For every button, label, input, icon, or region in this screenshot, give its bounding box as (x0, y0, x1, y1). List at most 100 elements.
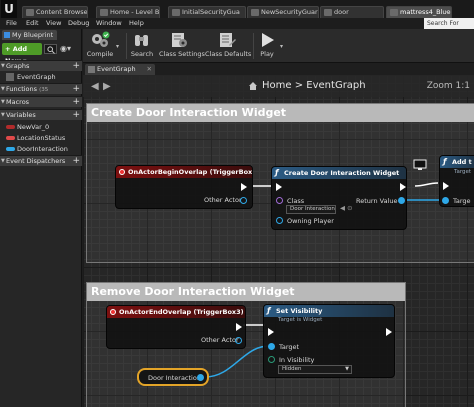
exec-in-pin[interactable] (268, 328, 274, 336)
node-create-widget[interactable]: ƒ Create Door Interaction Widget Class D… (271, 166, 407, 230)
tab-eventgraph[interactable]: EventGraph ✕ (85, 64, 155, 75)
variable-item[interactable]: NewVar_0 (0, 122, 82, 132)
menu-help[interactable]: Help (129, 19, 144, 27)
class-defaults-label: Class Defaults (205, 50, 252, 58)
node-add-to-viewport[interactable]: ƒ Add t Target Targe (439, 155, 474, 207)
menu-window[interactable]: Window (96, 19, 122, 27)
home-icon[interactable] (248, 81, 258, 91)
tab-new-security-guard[interactable]: NewSecurityGuard (247, 6, 319, 18)
add-variable-icon[interactable]: + (72, 110, 80, 120)
object-pin-other-actor[interactable] (235, 337, 242, 344)
exec-out-pin[interactable] (400, 183, 406, 191)
add-new-button[interactable]: + Add New ▾ (2, 43, 42, 65)
section-label: Variables (6, 111, 36, 119)
forward-arrow-icon[interactable]: ▶ (103, 81, 111, 92)
section-variables[interactable]: ▼ Variables + (0, 109, 82, 120)
object-pin-target[interactable] (268, 343, 275, 350)
collapse-icon: ▼ (1, 112, 5, 118)
section-macros[interactable]: ▼ Macros + (0, 96, 82, 107)
graph-icon (88, 66, 95, 73)
close-tab-icon[interactable]: ✕ (147, 64, 152, 75)
blueprint-icon (172, 9, 180, 16)
tab-content-browser[interactable]: Content Browser (22, 6, 88, 18)
my-blueprint-tab[interactable]: My Blueprint (2, 30, 57, 40)
object-pin-return-value[interactable] (398, 197, 405, 204)
node-header: ƒ Set Visibility (264, 305, 394, 317)
play-button[interactable]: Play (255, 31, 279, 61)
class-pin[interactable] (276, 197, 283, 204)
add-graph-icon[interactable]: + (72, 61, 80, 71)
add-dispatcher-icon[interactable]: + (72, 156, 80, 166)
exec-out-pin[interactable] (236, 323, 242, 331)
exec-out-pin[interactable] (241, 183, 247, 191)
browse-arrows-icon[interactable]: ◀ ⊙ (340, 204, 353, 212)
compile-button[interactable]: Compile (85, 31, 115, 61)
search-help-input[interactable]: Search For Help (424, 18, 474, 38)
variable-item[interactable]: DoorInteraction (0, 144, 82, 154)
node-on-actor-begin-overlap[interactable]: OnActorBeginOverlap (TriggerBox3) Other … (115, 165, 253, 209)
collapse-icon: ▼ (1, 99, 5, 105)
add-macro-icon[interactable]: + (72, 97, 80, 107)
class-settings-label: Class Settings (159, 50, 205, 58)
tab-mattress4-blueprint[interactable]: mattress4_Bluepr ✕ (386, 6, 452, 18)
tab-label: NewSecurityGuard (261, 8, 319, 16)
node-title: OnActorEndOverlap (TriggerBox3) (119, 308, 244, 316)
object-pin-other-actor[interactable] (240, 197, 247, 204)
tab-door[interactable]: door (320, 6, 384, 18)
function-icon: ƒ (275, 168, 279, 177)
search-button[interactable]: Search (129, 31, 155, 61)
back-arrow-icon[interactable]: ◀ (91, 81, 99, 92)
chevron-down-icon[interactable]: ▾ (280, 43, 283, 50)
exec-out-pin[interactable] (386, 328, 392, 336)
chevron-down-icon[interactable]: ▾ (116, 43, 119, 50)
node-title: OnActorBeginOverlap (TriggerBox3) (128, 168, 252, 176)
variable-type-icon (6, 147, 15, 151)
variable-getter-door-interaction[interactable]: Door Interaction (137, 368, 209, 386)
search-icon (47, 46, 55, 54)
close-tab-icon[interactable]: ✕ (444, 7, 449, 18)
event-icon (110, 309, 116, 315)
node-on-actor-end-overlap[interactable]: OnActorEndOverlap (TriggerBox3) Other Ac… (106, 305, 246, 349)
node-set-visibility[interactable]: ƒ Set Visibility Target is Widget Target… (263, 304, 395, 378)
node-header: OnActorBeginOverlap (TriggerBox3) (116, 166, 252, 178)
object-pin-target[interactable] (442, 197, 449, 204)
node-subtitle: Target (454, 169, 472, 175)
event-icon (119, 169, 125, 175)
class-defaults-button[interactable]: Class Defaults (205, 31, 252, 61)
view-options-icon[interactable]: ◉▾ (60, 44, 80, 54)
section-label: Functions (6, 85, 38, 93)
tab-initial-security-guard[interactable]: InitialSecurityGua (168, 6, 246, 18)
section-functions[interactable]: ▼ Functions (35 Overridable) + (0, 83, 82, 105)
class-settings-button[interactable]: Class Settings (159, 31, 205, 61)
object-pin-owning-player[interactable] (276, 217, 283, 224)
menu-file[interactable]: File (6, 19, 17, 27)
menu-debug[interactable]: Debug (68, 19, 89, 27)
menu-edit[interactable]: Edit (26, 19, 39, 27)
menu-view[interactable]: View (46, 19, 61, 27)
tab-bar: U Content Browser Home - Level Blu Initi… (0, 0, 474, 18)
blueprint-icon (4, 32, 10, 38)
variable-type-icon (6, 136, 15, 140)
exec-in-pin[interactable] (276, 183, 282, 191)
graph-canvas[interactable]: Create Door Interaction Widget Remove Do… (83, 75, 474, 407)
add-function-icon[interactable]: + (72, 84, 80, 94)
pin-label: Targe (453, 197, 471, 205)
tab-label: My Blueprint (12, 31, 54, 39)
variable-type-icon (6, 125, 15, 129)
tab-level-blueprint[interactable]: Home - Level Blu (96, 6, 160, 18)
graph-icon (6, 73, 14, 81)
visibility-dropdown[interactable]: Hidden ▼ (278, 365, 352, 374)
search-input[interactable] (44, 44, 57, 54)
section-graphs[interactable]: ▼ Graphs + (0, 60, 82, 71)
pin-label: Other Actor (204, 196, 242, 204)
item-label: DoorInteraction (17, 145, 68, 153)
breadcrumb-root[interactable]: Home (262, 80, 292, 91)
enum-pin-in-visibility[interactable] (268, 356, 275, 363)
section-event-dispatchers[interactable]: ▼ Event Dispatchers + (0, 155, 82, 166)
binoculars-icon (135, 35, 148, 46)
variable-item[interactable]: LocationStatus (0, 133, 82, 143)
object-pin-out[interactable] (197, 374, 204, 381)
exec-in-pin[interactable] (443, 182, 449, 190)
class-dropdown[interactable]: Door Interaction (286, 205, 336, 214)
graph-item-eventgraph[interactable]: EventGraph (0, 72, 82, 82)
